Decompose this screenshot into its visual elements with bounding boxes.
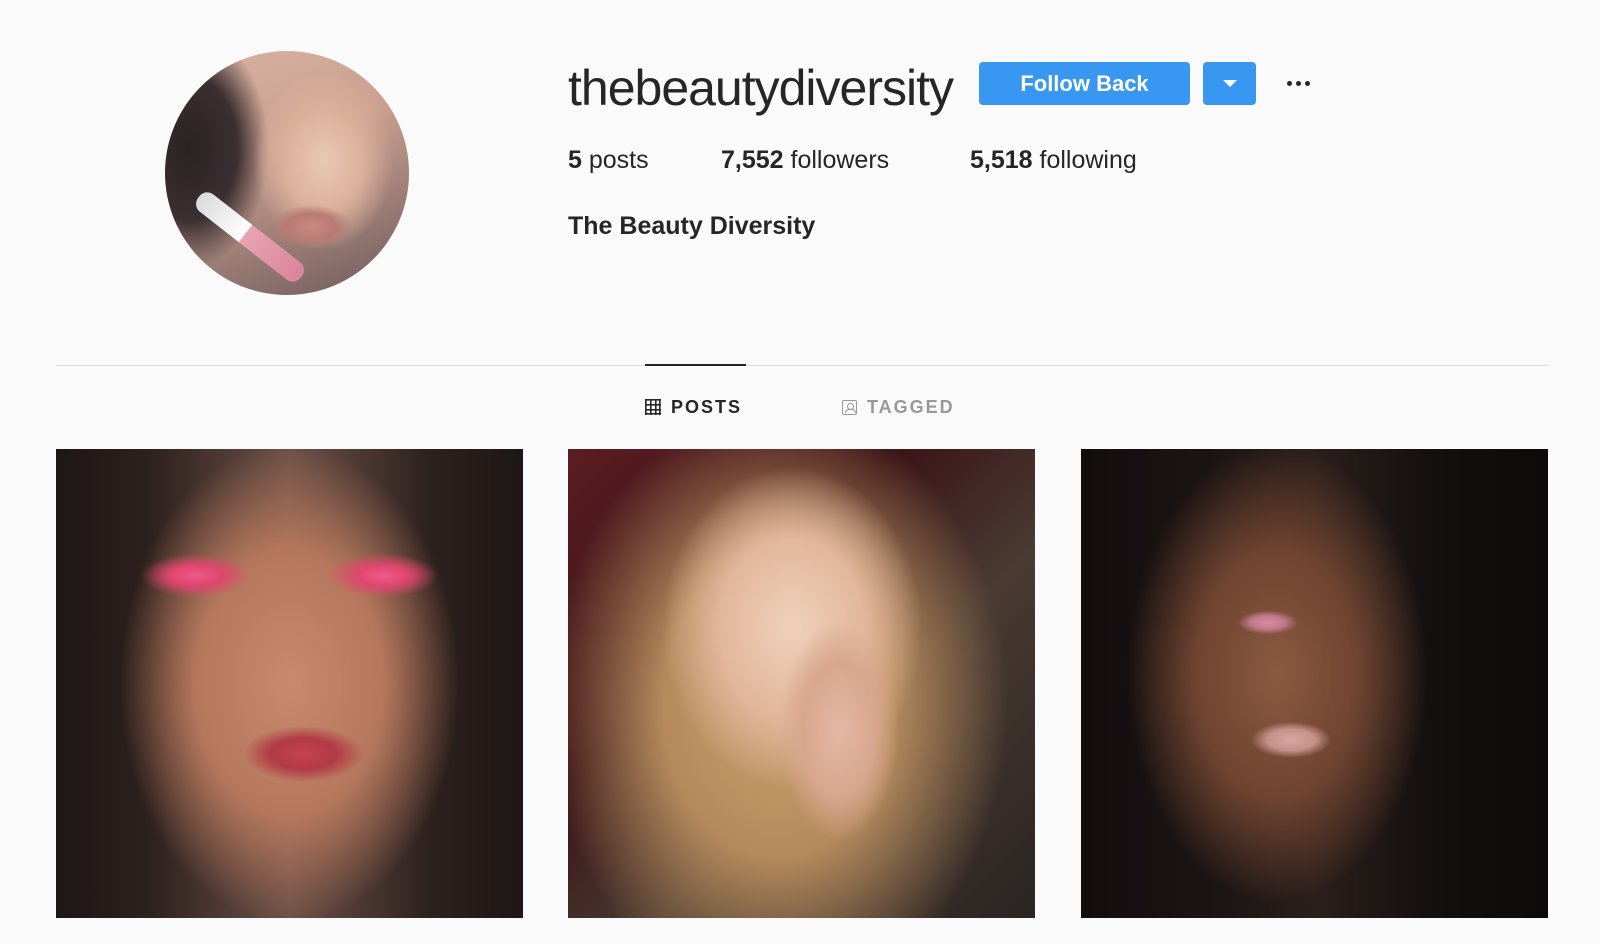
stat-posts: 5 posts [568, 143, 649, 177]
stat-following[interactable]: 5,518 following [970, 143, 1137, 177]
follow-options-button[interactable] [1203, 62, 1256, 105]
tab-posts-label: POSTS [671, 396, 743, 417]
posts-count: 5 [568, 146, 582, 174]
active-tab-indicator [645, 364, 746, 366]
caret-down-icon [1223, 80, 1237, 87]
tag-user-icon [842, 399, 857, 415]
following-label: following [1039, 146, 1137, 174]
ellipsis-icon [1286, 80, 1292, 86]
profile-page: thebeautydiversity Follow Back 5 posts 7… [0, 0, 1600, 944]
posts-label: posts [588, 146, 649, 174]
post-thumbnail[interactable] [56, 449, 523, 918]
stat-followers[interactable]: 7,552 followers [721, 143, 889, 177]
username: thebeautydiversity [568, 60, 954, 116]
full-name: The Beauty Diversity [568, 212, 816, 240]
avatar[interactable] [165, 51, 409, 295]
more-options-button[interactable] [1278, 66, 1318, 100]
followers-count: 7,552 [721, 146, 784, 174]
tab-posts[interactable]: POSTS [645, 394, 742, 420]
post-thumbnail[interactable] [568, 449, 1035, 918]
following-count: 5,518 [970, 146, 1033, 174]
divider [56, 365, 1549, 366]
lipstick-wand [192, 188, 308, 286]
post-thumbnail[interactable] [1081, 449, 1548, 918]
tab-tagged-label: TAGGED [867, 396, 955, 417]
tab-tagged[interactable]: TAGGED [842, 394, 955, 420]
follow-back-button[interactable]: Follow Back [979, 62, 1190, 105]
followers-label: followers [790, 146, 890, 174]
grid-icon [645, 399, 661, 415]
